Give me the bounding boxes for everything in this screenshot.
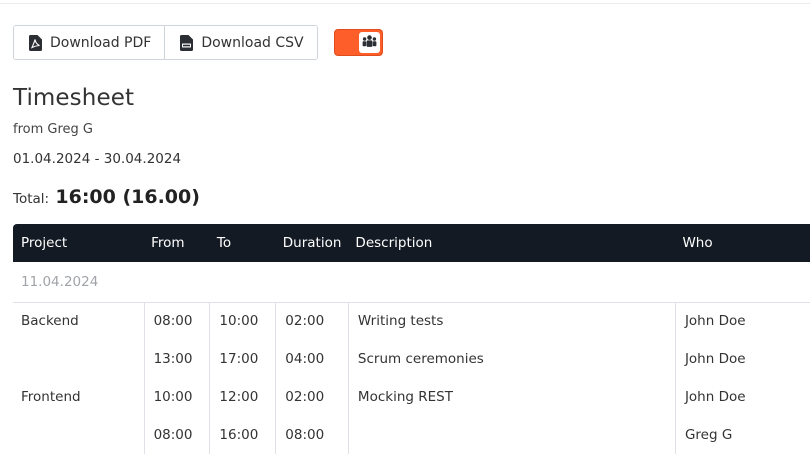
export-button-group: Download PDF Download CSV xyxy=(13,25,318,60)
group-date: 11.04.2024 xyxy=(13,262,810,303)
cell-description xyxy=(347,416,676,454)
table-row[interactable]: 08:00 16:00 08:00 Greg G xyxy=(13,416,810,454)
cell-to: 12:00 xyxy=(209,378,276,416)
cell-description: Scrum ceremonies xyxy=(347,340,676,378)
column-header-duration[interactable]: Duration xyxy=(276,224,349,262)
cell-who: John Doe xyxy=(674,302,810,340)
download-csv-button[interactable]: Download CSV xyxy=(164,26,317,59)
cell-to: 17:00 xyxy=(209,340,276,378)
cell-from: 08:00 xyxy=(143,302,210,340)
cell-to: 16:00 xyxy=(209,416,276,454)
cell-from: 10:00 xyxy=(143,378,210,416)
toggle-knob xyxy=(358,32,380,53)
table-row[interactable]: Frontend 10:00 12:00 02:00 Mocking REST … xyxy=(13,378,810,416)
date-group-row: 11.04.2024 xyxy=(13,262,810,303)
cell-duration: 04:00 xyxy=(275,340,349,378)
table-row[interactable]: 13:00 17:00 04:00 Scrum ceremonies John … xyxy=(13,340,810,378)
cell-duration: 02:00 xyxy=(275,302,349,340)
csv-file-icon xyxy=(180,34,194,51)
download-pdf-label: Download PDF xyxy=(50,34,152,51)
team-view-toggle[interactable] xyxy=(333,29,383,56)
total-summary: Total: 16:00 (16.00) xyxy=(13,186,200,208)
pdf-file-icon xyxy=(29,34,42,51)
column-header-from[interactable]: From xyxy=(144,224,210,262)
cell-project: Backend xyxy=(21,313,79,330)
column-header-project[interactable]: Project xyxy=(13,224,144,262)
cell-project xyxy=(13,340,144,378)
column-header-who[interactable]: Who xyxy=(675,224,810,262)
cell-who: John Doe xyxy=(674,340,810,378)
cell-from: 13:00 xyxy=(143,340,210,378)
top-divider xyxy=(0,0,810,4)
date-range: 01.04.2024 - 30.04.2024 xyxy=(13,151,182,167)
table-row[interactable]: Backend 08:00 10:00 02:00 Writing tests … xyxy=(13,302,810,340)
download-csv-label: Download CSV xyxy=(201,34,304,51)
cell-to: 10:00 xyxy=(209,302,276,340)
cell-who: Greg G xyxy=(674,416,810,454)
cell-who: John Doe xyxy=(674,378,810,416)
table-header-row: Project From To Duration Description Who xyxy=(13,224,810,262)
users-icon xyxy=(362,33,377,52)
timesheet-owner: from Greg G xyxy=(13,122,93,137)
page-title: Timesheet xyxy=(13,85,135,111)
cell-duration: 08:00 xyxy=(275,416,349,454)
total-label: Total: xyxy=(13,191,50,207)
cell-duration: 02:00 xyxy=(275,378,349,416)
timesheet-table: Project From To Duration Description Who… xyxy=(13,224,810,454)
cell-description: Mocking REST xyxy=(347,378,676,416)
cell-project xyxy=(13,416,144,454)
cell-description: Writing tests xyxy=(347,302,676,340)
column-header-to[interactable]: To xyxy=(210,224,276,262)
cell-from: 08:00 xyxy=(143,416,210,454)
total-value: 16:00 (16.00) xyxy=(55,186,200,208)
download-pdf-button[interactable]: Download PDF xyxy=(14,26,165,59)
cell-project: Frontend xyxy=(21,389,81,405)
column-header-description[interactable]: Description xyxy=(348,224,675,262)
toolbar: Download PDF Download CSV xyxy=(13,25,383,60)
